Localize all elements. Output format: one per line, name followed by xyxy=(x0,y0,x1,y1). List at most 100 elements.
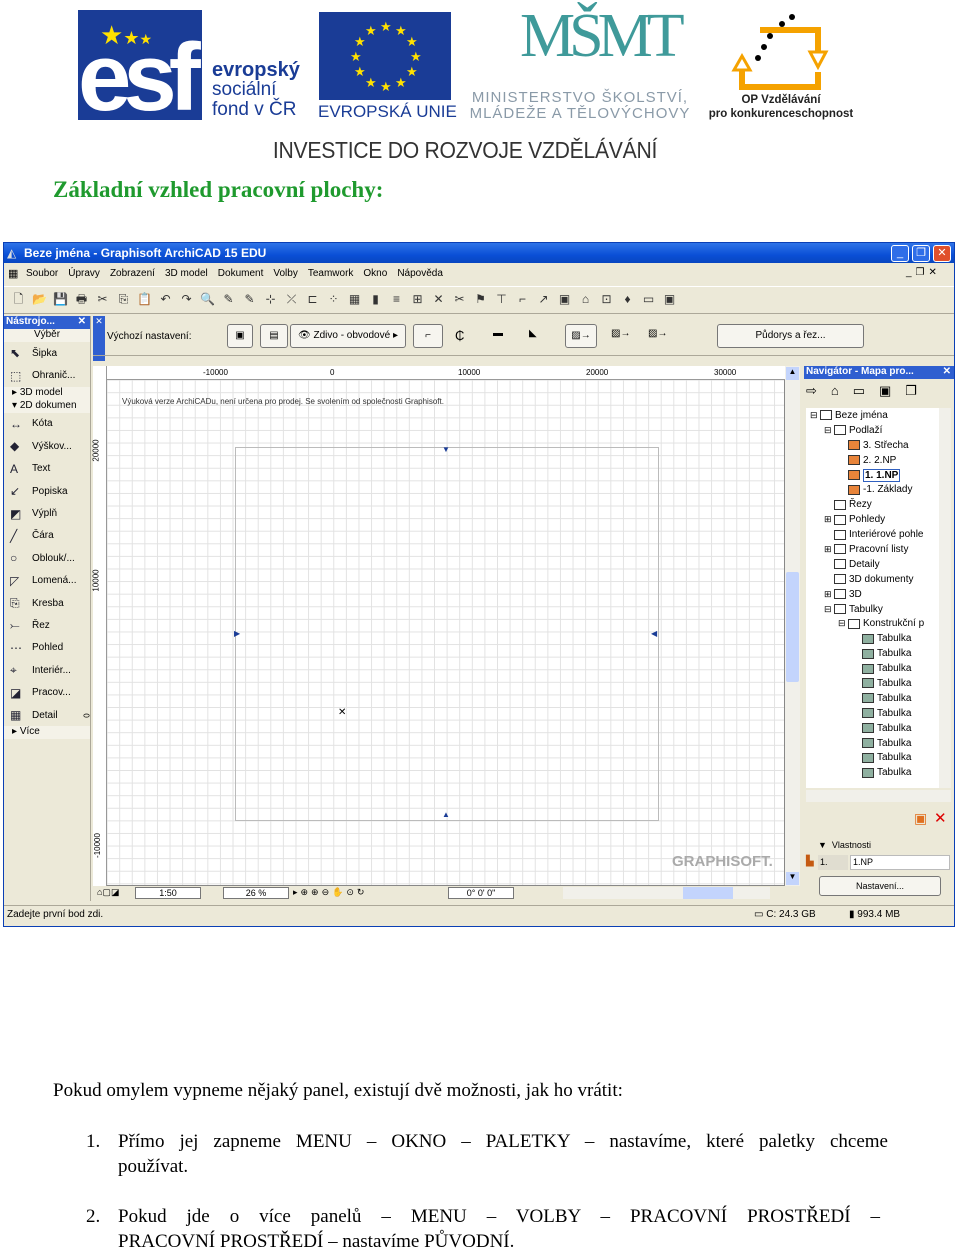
delete-icon[interactable]: ✕ xyxy=(934,809,947,827)
expand-toggle-icon[interactable]: ⊞ xyxy=(824,544,834,555)
tool-11[interactable]: ⤚ Řez xyxy=(4,614,90,636)
section-3d-model[interactable]: ▸ 3D model xyxy=(4,386,90,400)
tool-13[interactable]: ⌖ Interiér... xyxy=(4,659,90,681)
render-icon[interactable]: ⊡ xyxy=(598,291,615,308)
tree-node[interactable]: Tabulka xyxy=(806,721,939,736)
marker-bottom[interactable]: ▲ xyxy=(442,810,450,819)
syringe-icon[interactable]: ✎ xyxy=(241,291,258,308)
tree-node[interactable]: ⊟ Podlaží xyxy=(806,423,939,438)
new-item-icon[interactable]: ▣ xyxy=(914,810,927,827)
paste-icon[interactable]: 📋 xyxy=(136,291,153,308)
section-2d-document[interactable]: ▾ 2D dokumen xyxy=(4,399,90,413)
tree-node[interactable]: Řezy xyxy=(806,497,939,512)
tool-5[interactable]: ↙ Popiska xyxy=(4,480,90,502)
trim-icon[interactable]: ✕ xyxy=(430,291,447,308)
tool-10[interactable]: ⎘ Kresba xyxy=(4,592,90,614)
pen-icon[interactable]: ▮ xyxy=(367,291,384,308)
tree-node[interactable]: 3D dokumenty xyxy=(806,572,939,587)
window-icon[interactable]: ▣ xyxy=(661,291,678,308)
menu-7[interactable]: Okno xyxy=(363,268,387,279)
tool-14[interactable]: ◪ Pracov... xyxy=(4,681,90,703)
navigation-icons[interactable]: ▸⊕⊕⊖✋⊙↻ xyxy=(293,887,367,898)
menu-5[interactable]: Volby xyxy=(273,268,297,279)
composite-selector[interactable]: 👁 Zdivo - obvodové ▸ xyxy=(290,324,406,348)
open-icon[interactable]: 📂 xyxy=(31,291,48,308)
save-icon[interactable]: 💾 xyxy=(52,291,69,308)
tree-node[interactable]: Tabulka xyxy=(806,765,939,780)
tool-7[interactable]: ╱ Čára xyxy=(4,525,90,547)
3d-window-icon[interactable]: ⌂ xyxy=(577,291,594,308)
close-icon[interactable]: ✕ xyxy=(943,366,951,377)
menu-6[interactable]: Teamwork xyxy=(308,268,354,279)
grid-icon[interactable]: ⁘ xyxy=(325,291,342,308)
tree-node[interactable]: ⊟ Tabulky xyxy=(806,602,939,617)
tree-scrollbar[interactable] xyxy=(939,408,951,788)
tree-node[interactable]: Tabulka xyxy=(806,646,939,661)
maximize-button[interactable]: ❐ xyxy=(912,245,930,262)
find-icon[interactable]: 🔍 xyxy=(199,291,216,308)
scroll-down-icon[interactable]: ▼ xyxy=(786,872,799,885)
tool-2[interactable]: ↔ Kóta xyxy=(4,413,90,435)
tool-8[interactable]: ○ Oblouk/... xyxy=(4,547,90,569)
tool-9[interactable]: ◸ Lomená... xyxy=(4,570,90,592)
drawing-canvas[interactable]: Výuková verze ArchiCADu, není určena pro… xyxy=(93,366,785,886)
ref-line-center-icon[interactable]: ▨→ xyxy=(611,328,630,339)
ref-line-outside-button[interactable]: ▨→ xyxy=(565,324,597,348)
tool-4[interactable]: A Text xyxy=(4,458,90,480)
3d-icon[interactable]: ▭ xyxy=(640,291,657,308)
dimension-icon[interactable]: ≡ xyxy=(388,291,405,308)
explode-icon[interactable]: ↗ xyxy=(535,291,552,308)
expand-toggle-icon[interactable]: ⊞ xyxy=(824,589,834,600)
tool-1[interactable]: ⬚ Ohranič... xyxy=(4,364,90,386)
wall-trapezoid-icon[interactable]: ◣ xyxy=(529,328,537,339)
tree-node[interactable]: 2. 2.NP xyxy=(806,453,939,468)
vertical-scrollbar[interactable]: ▲ ▼ xyxy=(785,366,800,886)
select-tab[interactable]: Výběr xyxy=(4,329,90,342)
marker-right[interactable]: ◀ xyxy=(651,629,657,638)
geometry-method-button[interactable]: ⌐ xyxy=(413,324,443,348)
section-more[interactable]: ▸ Více xyxy=(4,726,90,740)
split-icon[interactable]: ✂ xyxy=(451,291,468,308)
zoom-icons[interactable]: ⌂▢◪ xyxy=(97,887,119,898)
scroll-thumb[interactable] xyxy=(786,572,799,682)
scale-field[interactable]: 1:50 xyxy=(135,887,201,899)
tree-node[interactable]: Interiérové pohle xyxy=(806,527,939,542)
tool-0[interactable]: ⬉ Šipka xyxy=(4,342,90,364)
tree-node[interactable]: Tabulka xyxy=(806,750,939,765)
tree-node[interactable]: Tabulka xyxy=(806,691,939,706)
mdi-controls[interactable]: _❐✕ xyxy=(906,267,941,278)
menu-3[interactable]: 3D model xyxy=(165,268,208,279)
tree-node[interactable]: ⊟ Beze jména xyxy=(806,408,939,423)
expand-toggle-icon[interactable]: ⊟ xyxy=(838,618,848,629)
tree-node[interactable]: Tabulka xyxy=(806,661,939,676)
undo-icon[interactable]: ↶ xyxy=(157,291,174,308)
marker-left[interactable]: ▶ xyxy=(234,629,240,638)
new-icon[interactable]: 🗋 xyxy=(10,291,27,308)
snap-icon[interactable]: ⊹ xyxy=(262,291,279,308)
fillet-icon[interactable]: ⊤ xyxy=(493,291,510,308)
elevate-icon[interactable]: ⚑ xyxy=(472,291,489,308)
expand-toggle-icon[interactable]: ⊟ xyxy=(810,410,820,421)
tool-6[interactable]: ◩ Výplň xyxy=(4,502,90,524)
marker-top[interactable]: ▼ xyxy=(442,445,450,454)
tree-node[interactable]: Detaily xyxy=(806,557,939,572)
menu-1[interactable]: Úpravy xyxy=(68,268,100,279)
tree-node[interactable]: ⊟ Konstrukční p xyxy=(806,616,939,631)
tree-node[interactable]: Tabulka xyxy=(806,676,939,691)
close-button[interactable]: ✕ xyxy=(933,245,951,262)
tree-node[interactable]: ⊞ Pohledy xyxy=(806,512,939,527)
close-icon[interactable]: ✕ xyxy=(78,316,86,327)
tool-12[interactable]: ⋯ Pohled xyxy=(4,637,90,659)
menu-2[interactable]: Zobrazení xyxy=(110,268,155,279)
tool-15[interactable]: ▦ Detail xyxy=(4,704,90,726)
tree-node[interactable]: 1. 1.NP xyxy=(806,468,939,483)
settings-button[interactable]: Nastavení... xyxy=(819,876,941,896)
gravity-icon[interactable]: ⊏ xyxy=(304,291,321,308)
redo-icon[interactable]: ↷ xyxy=(178,291,195,308)
eyedropper-icon[interactable]: ✎ xyxy=(220,291,237,308)
copy-icon[interactable]: ⎘ xyxy=(115,291,132,308)
expand-toggle-icon[interactable]: ⊟ xyxy=(824,604,834,615)
horizontal-scrollbar[interactable] xyxy=(563,887,770,899)
floorplan-section-button[interactable]: Půdorys a řez... xyxy=(717,324,864,348)
tree-node[interactable]: Tabulka xyxy=(806,631,939,646)
